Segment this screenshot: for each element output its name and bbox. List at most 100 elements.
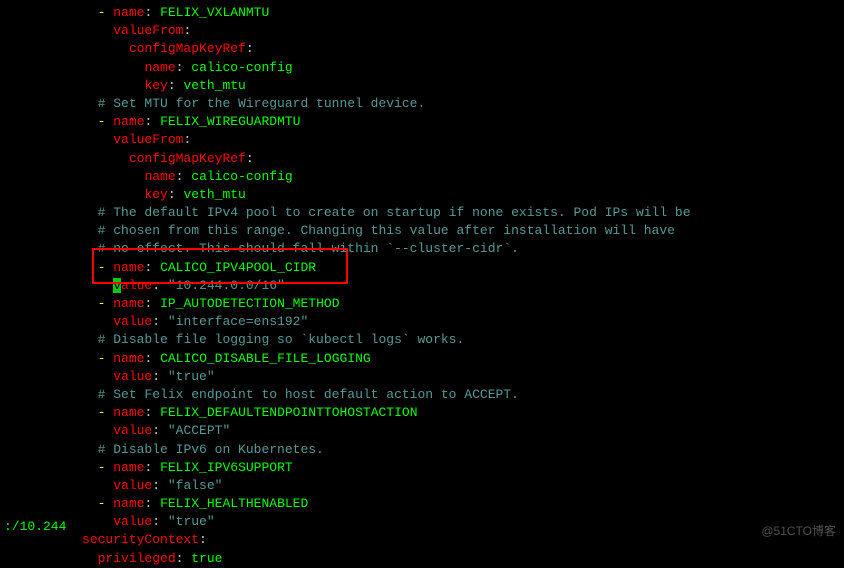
val-true: true bbox=[191, 551, 222, 566]
yaml-line: # Set MTU for the Wireguard tunnel devic… bbox=[0, 95, 844, 113]
yaml-line: # chosen from this range. Changing this … bbox=[0, 222, 844, 240]
watermark: @51CTO博客 bbox=[761, 523, 836, 540]
env-name: FELIX_DEFAULTENDPOINTTOHOSTACTION bbox=[160, 405, 417, 420]
dash: - bbox=[98, 351, 114, 366]
key-name: name bbox=[113, 5, 144, 20]
comment: # chosen from this range. Changing this … bbox=[98, 223, 675, 238]
val-veth-mtu: veth_mtu bbox=[183, 187, 245, 202]
indent bbox=[4, 60, 144, 75]
val-iface: "interface=ens192" bbox=[168, 314, 308, 329]
indent bbox=[4, 132, 113, 147]
yaml-line: value: "interface=ens192" bbox=[0, 313, 844, 331]
colon: : bbox=[144, 114, 160, 129]
colon: : bbox=[176, 60, 192, 75]
colon: : bbox=[199, 532, 207, 547]
indent bbox=[4, 151, 129, 166]
dash: - bbox=[98, 5, 114, 20]
yaml-line-cursor: value: "10.244.0.0/16" bbox=[0, 277, 844, 295]
indent bbox=[4, 41, 129, 56]
key-key: key bbox=[144, 78, 167, 93]
val-calico-config: calico-config bbox=[191, 169, 292, 184]
indent bbox=[4, 187, 144, 202]
yaml-line: configMapKeyRef: bbox=[0, 40, 844, 58]
yaml-line: - name: IP_AUTODETECTION_METHOD bbox=[0, 295, 844, 313]
yaml-line: # Disable file logging so `kubectl logs`… bbox=[0, 331, 844, 349]
key-name: name bbox=[113, 296, 144, 311]
colon: : bbox=[246, 151, 254, 166]
yaml-line: - name: CALICO_DISABLE_FILE_LOGGING bbox=[0, 350, 844, 368]
key-value: value bbox=[113, 423, 152, 438]
yaml-line: valueFrom: bbox=[0, 131, 844, 149]
key-securitycontext: securityContext bbox=[82, 532, 199, 547]
cursor[interactable]: v bbox=[113, 278, 121, 293]
indent bbox=[4, 551, 98, 566]
yaml-line: # The default IPv4 pool to create on sta… bbox=[0, 204, 844, 222]
indent bbox=[4, 423, 113, 438]
indent bbox=[4, 96, 98, 111]
val-cidr: "10.244.0.0/16" bbox=[168, 278, 285, 293]
key-name: name bbox=[113, 351, 144, 366]
comment: # Disable IPv6 on Kubernetes. bbox=[98, 442, 324, 457]
indent bbox=[4, 496, 98, 511]
key-name: name bbox=[113, 460, 144, 475]
colon: : bbox=[152, 314, 168, 329]
yaml-line: securityContext: bbox=[0, 531, 844, 549]
key-configmapkeyref: configMapKeyRef bbox=[129, 151, 246, 166]
yaml-line: value: "true" bbox=[0, 368, 844, 386]
yaml-line: # Set Felix endpoint to host default act… bbox=[0, 386, 844, 404]
yaml-line: name: calico-config bbox=[0, 168, 844, 186]
dash: - bbox=[98, 460, 114, 475]
key-key: key bbox=[144, 187, 167, 202]
comment: # no effect. This should fall within `--… bbox=[98, 241, 519, 256]
val-false: "false" bbox=[168, 478, 223, 493]
key-valuefrom: valueFrom bbox=[113, 132, 183, 147]
val-true: "true" bbox=[168, 514, 215, 529]
colon: : bbox=[176, 169, 192, 184]
indent bbox=[4, 114, 98, 129]
indent bbox=[4, 205, 98, 220]
env-name: FELIX_VXLANMTU bbox=[160, 5, 269, 20]
key-value: value bbox=[113, 514, 152, 529]
comment: # Set MTU for the Wireguard tunnel devic… bbox=[98, 96, 426, 111]
vim-statusline: :/10.244 bbox=[4, 518, 66, 536]
colon: : bbox=[144, 460, 160, 475]
dash: - bbox=[98, 496, 114, 511]
colon: : bbox=[152, 423, 168, 438]
key-valuefrom: valueFrom bbox=[113, 23, 183, 38]
yaml-line: - name: FELIX_HEALTHENABLED bbox=[0, 495, 844, 513]
colon: : bbox=[168, 187, 184, 202]
yaml-line: key: veth_mtu bbox=[0, 186, 844, 204]
yaml-line: configMapKeyRef: bbox=[0, 150, 844, 168]
yaml-line: - name: FELIX_VXLANMTU bbox=[0, 4, 844, 22]
env-name: FELIX_HEALTHENABLED bbox=[160, 496, 308, 511]
colon: : bbox=[152, 278, 168, 293]
dash: - bbox=[98, 405, 114, 420]
key-name: name bbox=[113, 496, 144, 511]
colon: : bbox=[152, 369, 168, 384]
yaml-line: - name: FELIX_DEFAULTENDPOINTTOHOSTACTIO… bbox=[0, 404, 844, 422]
indent bbox=[4, 314, 113, 329]
key-name: name bbox=[113, 260, 144, 275]
colon: : bbox=[144, 496, 160, 511]
dash: - bbox=[98, 114, 114, 129]
colon: : bbox=[168, 78, 184, 93]
indent bbox=[4, 405, 98, 420]
env-name: CALICO_IPV4POOL_CIDR bbox=[160, 260, 316, 275]
comment: # Set Felix endpoint to host default act… bbox=[98, 387, 519, 402]
val-veth-mtu: veth_mtu bbox=[183, 78, 245, 93]
yaml-line: name: calico-config bbox=[0, 59, 844, 77]
yaml-line: value: "true" bbox=[0, 513, 844, 531]
val-calico-config: calico-config bbox=[191, 60, 292, 75]
indent bbox=[4, 169, 144, 184]
comment: # The default IPv4 pool to create on sta… bbox=[98, 205, 691, 220]
yaml-line: key: veth_mtu bbox=[0, 77, 844, 95]
indent bbox=[4, 278, 113, 293]
indent bbox=[4, 223, 98, 238]
yaml-line: valueFrom: bbox=[0, 22, 844, 40]
yaml-line: - name: CALICO_IPV4POOL_CIDR bbox=[0, 259, 844, 277]
yaml-line: value: "ACCEPT" bbox=[0, 422, 844, 440]
yaml-line: # no effect. This should fall within `--… bbox=[0, 240, 844, 258]
key-name: name bbox=[144, 60, 175, 75]
indent bbox=[4, 23, 113, 38]
indent bbox=[4, 442, 98, 457]
